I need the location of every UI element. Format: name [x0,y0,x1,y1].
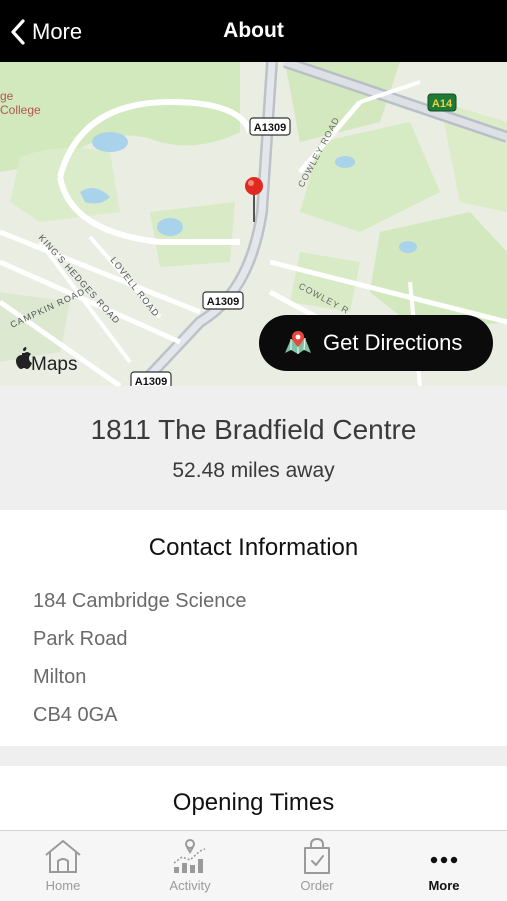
location-header: 1811 The Bradfield Centre 52.48 miles aw… [0,386,507,510]
contact-information-card: Contact Information 184 Cambridge Scienc… [0,510,507,746]
bag-icon [304,837,330,874]
tab-bar: Home Activity Order More [0,830,507,901]
road-shield-a1309-mid: A1309 [202,291,244,310]
tab-more-label: More [428,878,460,893]
map-label-college-2: College [0,103,41,117]
contact-information-title: Contact Information [148,534,359,561]
address-line-2: Park Road [33,628,128,650]
home-icon [45,840,81,873]
more-icon [430,856,458,864]
tab-order-label: Order [300,878,334,893]
tab-home[interactable]: Home [0,831,126,901]
svg-text:A1309: A1309 [207,296,239,308]
svg-text:Maps: Maps [31,354,77,375]
road-shield-a1309-bottom: A1309 [130,371,172,386]
location-distance: 52.48 miles away [172,459,335,482]
map-directions-icon [285,331,311,354]
opening-times-card: Opening Times [0,766,507,836]
svg-text:A1309: A1309 [254,122,286,134]
get-directions-button[interactable]: Get Directions [259,315,493,371]
address-line-4: CB4 0GA [33,704,118,726]
tab-home-label: Home [45,878,81,893]
address-line-3: Milton [33,666,87,688]
tab-more[interactable]: More [381,831,507,901]
tab-activity-label: Activity [169,878,211,893]
activity-icon [173,839,206,873]
svg-text:A1309: A1309 [135,376,167,386]
road-shield-a1309-top: A1309 [249,117,291,136]
navigation-bar: More About [0,0,507,62]
address-line-1: 184 Cambridge Science [33,590,247,612]
page-title: About [223,19,284,42]
road-shield-a14: A14 [427,93,457,112]
opening-times-title: Opening Times [172,789,335,816]
location-name: 1811 The Bradfield Centre [90,414,417,445]
get-directions-label: Get Directions [323,330,463,355]
map-label-college-1: ge [0,89,14,103]
tab-activity[interactable]: Activity [127,831,253,901]
tab-order[interactable]: Order [254,831,380,901]
svg-text:A14: A14 [432,98,453,110]
